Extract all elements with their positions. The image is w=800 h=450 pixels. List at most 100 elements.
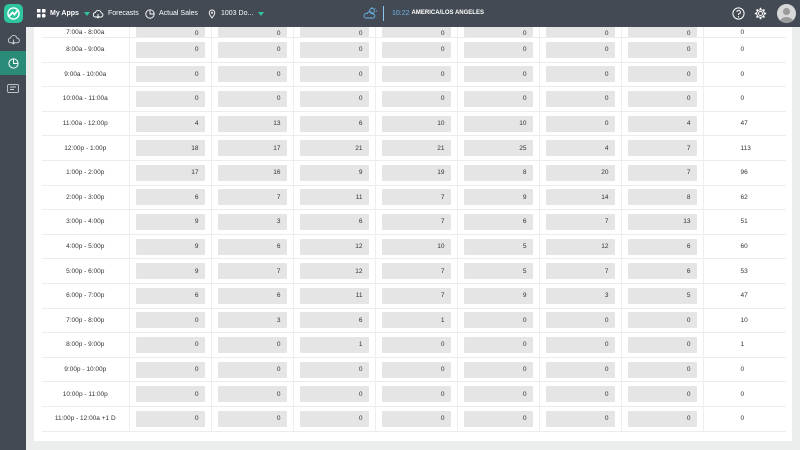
value-input[interactable]: 9	[135, 263, 205, 280]
value-input[interactable]: 7	[381, 287, 451, 304]
value-input[interactable]: 6	[463, 213, 533, 230]
value-input[interactable]: 12	[299, 238, 369, 255]
value-input[interactable]: 7	[545, 213, 615, 230]
value-input[interactable]: 0	[545, 41, 615, 58]
value-input[interactable]: 6	[627, 238, 697, 255]
value-input[interactable]: 5	[627, 287, 697, 304]
value-input[interactable]: 0	[627, 361, 697, 378]
gear-icon[interactable]	[754, 7, 767, 20]
value-input[interactable]: 0	[463, 361, 533, 378]
value-input[interactable]: 7	[545, 263, 615, 280]
value-input[interactable]: 0	[135, 27, 205, 37]
value-input[interactable]: 0	[381, 336, 451, 353]
value-input[interactable]: 0	[545, 410, 615, 427]
value-input[interactable]: 0	[627, 66, 697, 83]
value-input[interactable]: 12	[299, 263, 369, 280]
value-input[interactable]: 4	[135, 115, 205, 132]
value-input[interactable]: 6	[217, 287, 287, 304]
value-input[interactable]: 1	[299, 336, 369, 353]
value-input[interactable]: 0	[217, 361, 287, 378]
sidebar-item-tickets[interactable]	[0, 76, 26, 100]
value-input[interactable]: 0	[627, 27, 697, 37]
value-input[interactable]: 0	[135, 312, 205, 329]
value-input[interactable]: 0	[217, 66, 287, 83]
value-input[interactable]: 0	[381, 90, 451, 107]
value-input[interactable]: 7	[381, 213, 451, 230]
value-input[interactable]: 6	[627, 263, 697, 280]
value-input[interactable]: 0	[381, 27, 451, 37]
value-input[interactable]: 7	[217, 263, 287, 280]
value-input[interactable]: 17	[217, 140, 287, 157]
value-input[interactable]: 0	[463, 41, 533, 58]
value-input[interactable]: 0	[463, 27, 533, 37]
location-selector[interactable]: 1003 Do...	[207, 0, 265, 27]
value-input[interactable]: 13	[217, 115, 287, 132]
value-input[interactable]: 0	[135, 386, 205, 403]
value-input[interactable]: 0	[381, 386, 451, 403]
value-input[interactable]: 0	[545, 115, 615, 132]
value-input[interactable]: 0	[299, 90, 369, 107]
value-input[interactable]: 0	[627, 386, 697, 403]
value-input[interactable]: 0	[627, 410, 697, 427]
value-input[interactable]: 7	[627, 164, 697, 181]
value-input[interactable]: 0	[545, 66, 615, 83]
value-input[interactable]: 0	[627, 336, 697, 353]
value-input[interactable]: 5	[463, 263, 533, 280]
value-input[interactable]: 8	[627, 189, 697, 206]
value-input[interactable]: 0	[217, 41, 287, 58]
value-input[interactable]: 6	[135, 287, 205, 304]
value-input[interactable]: 13	[627, 213, 697, 230]
value-input[interactable]: 0	[217, 27, 287, 37]
value-input[interactable]: 0	[217, 336, 287, 353]
value-input[interactable]: 0	[217, 90, 287, 107]
value-input[interactable]: 17	[135, 164, 205, 181]
value-input[interactable]: 0	[299, 386, 369, 403]
value-input[interactable]: 0	[545, 312, 615, 329]
value-input[interactable]: 10	[381, 238, 451, 255]
value-input[interactable]: 4	[545, 140, 615, 157]
value-input[interactable]: 21	[381, 140, 451, 157]
value-input[interactable]: 14	[545, 189, 615, 206]
value-input[interactable]: 11	[299, 287, 369, 304]
value-input[interactable]: 7	[381, 189, 451, 206]
value-input[interactable]: 6	[135, 189, 205, 206]
value-input[interactable]: 0	[627, 41, 697, 58]
value-input[interactable]: 10	[463, 115, 533, 132]
value-input[interactable]: 9	[135, 238, 205, 255]
value-input[interactable]: 0	[463, 90, 533, 107]
value-input[interactable]: 6	[299, 213, 369, 230]
avatar[interactable]	[777, 4, 796, 23]
value-input[interactable]: 0	[135, 361, 205, 378]
value-input[interactable]: 16	[217, 164, 287, 181]
value-input[interactable]: 0	[463, 312, 533, 329]
value-input[interactable]: 18	[135, 140, 205, 157]
value-input[interactable]: 0	[463, 66, 533, 83]
value-input[interactable]: 0	[299, 410, 369, 427]
value-input[interactable]: 6	[217, 238, 287, 255]
value-input[interactable]: 0	[545, 90, 615, 107]
value-input[interactable]: 0	[627, 90, 697, 107]
value-input[interactable]: 0	[545, 361, 615, 378]
value-input[interactable]: 0	[545, 27, 615, 37]
value-input[interactable]: 20	[545, 164, 615, 181]
value-input[interactable]: 0	[381, 41, 451, 58]
value-input[interactable]: 0	[463, 386, 533, 403]
value-input[interactable]: 0	[381, 361, 451, 378]
value-input[interactable]: 5	[463, 238, 533, 255]
value-input[interactable]: 0	[463, 336, 533, 353]
value-input[interactable]: 11	[299, 189, 369, 206]
value-input[interactable]: 0	[463, 410, 533, 427]
value-input[interactable]: 19	[381, 164, 451, 181]
value-input[interactable]: 3	[217, 312, 287, 329]
value-input[interactable]: 1	[381, 312, 451, 329]
value-input[interactable]: 9	[135, 213, 205, 230]
value-input[interactable]: 0	[217, 410, 287, 427]
value-input[interactable]: 0	[299, 41, 369, 58]
value-input[interactable]: 0	[545, 336, 615, 353]
value-input[interactable]: 0	[217, 386, 287, 403]
value-input[interactable]: 0	[299, 27, 369, 37]
value-input[interactable]: 9	[463, 189, 533, 206]
value-input[interactable]: 0	[627, 312, 697, 329]
value-input[interactable]: 0	[135, 90, 205, 107]
value-input[interactable]: 4	[627, 115, 697, 132]
